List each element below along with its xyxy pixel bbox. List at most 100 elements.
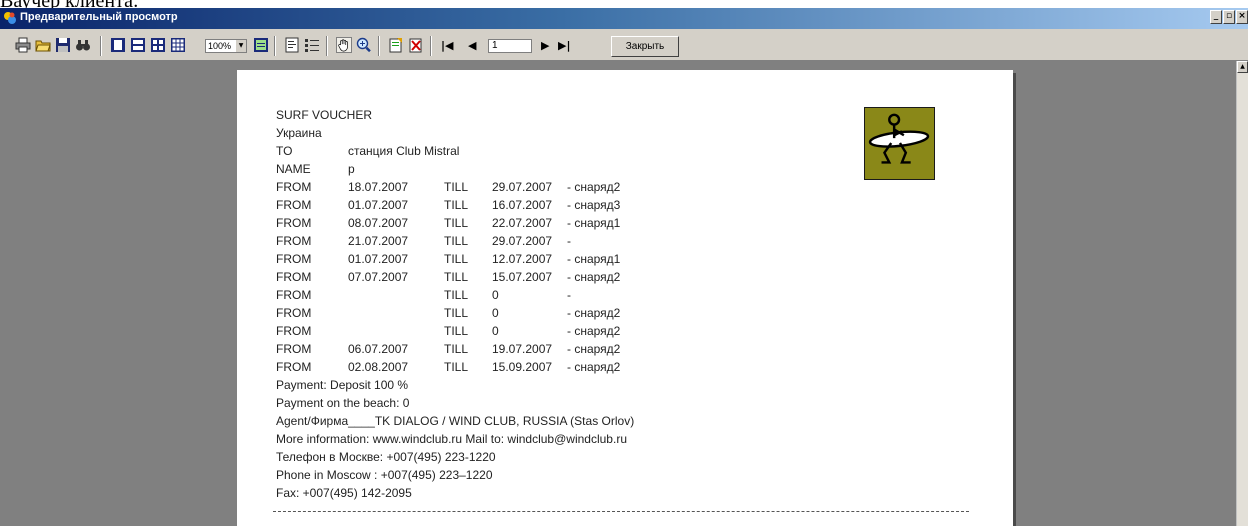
till-date: 22.07.2007	[492, 216, 553, 230]
from-label: FROM	[276, 306, 312, 320]
window-title: Предварительный просмотр	[20, 11, 178, 23]
zoom-value: 100%	[208, 41, 232, 51]
equipment-note: - снаряд2	[567, 360, 621, 374]
page-divider	[273, 511, 969, 512]
print-icon[interactable]	[15, 37, 31, 53]
from-label: FROM	[276, 288, 312, 302]
from-label: FROM	[276, 270, 312, 284]
agent: Agent/Фирма____TK DIALOG / WIND CLUB, RU…	[276, 414, 635, 428]
from-date: 02.08.2007	[348, 360, 409, 374]
till-label: TILL	[444, 342, 469, 356]
from-label: FROM	[276, 216, 312, 230]
till-date: 0	[492, 306, 499, 320]
first-page-icon[interactable]: |◀	[441, 39, 453, 52]
till-label: TILL	[444, 270, 469, 284]
from-label: FROM	[276, 252, 312, 266]
till-label: TILL	[444, 216, 469, 230]
till-label: TILL	[444, 180, 469, 194]
find-icon[interactable]	[75, 37, 91, 53]
toolbar: 100% ▼ |◀ ◀ 1 ▶ ▶| Закрыть	[0, 29, 1248, 61]
equipment-note: - снаряд2	[567, 342, 621, 356]
payment: Payment: Deposit 100 %	[276, 378, 409, 392]
minimize-button[interactable]: _	[1210, 10, 1222, 24]
till-label: TILL	[444, 306, 469, 320]
phone-ru: Телефон в Москве: +007(495) 223-1220	[276, 450, 496, 464]
till-date: 15.09.2007	[492, 360, 553, 374]
equipment-note: - снаряд2	[567, 306, 621, 320]
from-date: 06.07.2007	[348, 342, 409, 356]
till-label: TILL	[444, 288, 469, 302]
vertical-scrollbar[interactable]: ▲	[1236, 61, 1248, 526]
till-label: TILL	[444, 252, 469, 266]
equipment-note: -	[567, 288, 571, 302]
equipment-note: - снаряд3	[567, 198, 621, 212]
name-value: p	[348, 162, 355, 176]
name-label: NAME	[276, 162, 311, 176]
from-label: FROM	[276, 180, 312, 194]
equipment-note: -	[567, 234, 571, 248]
payment-beach: Payment on the beach: 0	[276, 396, 410, 410]
next-page-icon[interactable]: ▶	[541, 39, 549, 52]
till-label: TILL	[444, 360, 469, 374]
title-bar: Предварительный просмотр _ ▫ ×	[0, 8, 1248, 29]
open-icon[interactable]	[35, 37, 51, 53]
equipment-note: - снаряд1	[567, 252, 621, 266]
till-label: TILL	[444, 198, 469, 212]
till-date: 16.07.2007	[492, 198, 553, 212]
prev-page-icon[interactable]: ◀	[468, 39, 476, 52]
voucher-heading: SURF VOUCHER	[276, 108, 373, 122]
edit-icon[interactable]	[388, 37, 404, 53]
save-icon[interactable]	[55, 37, 71, 53]
country: Украина	[276, 126, 322, 140]
till-date: 0	[492, 324, 499, 338]
close-button[interactable]: Закрыть	[611, 36, 679, 57]
equipment-note: - снаряд1	[567, 216, 621, 230]
from-label: FROM	[276, 234, 312, 248]
from-date: 08.07.2007	[348, 216, 409, 230]
equipment-note: - снаряд2	[567, 324, 621, 338]
till-date: 15.07.2007	[492, 270, 553, 284]
page-width-icon[interactable]	[253, 37, 269, 53]
from-date: 18.07.2007	[348, 180, 409, 194]
one-page-icon[interactable]	[110, 37, 126, 53]
multi-pages-icon[interactable]	[170, 37, 186, 53]
from-date: 01.07.2007	[348, 198, 409, 212]
till-date: 29.07.2007	[492, 234, 553, 248]
close-window-button[interactable]: ×	[1236, 10, 1248, 24]
four-pages-icon[interactable]	[150, 37, 166, 53]
to-label: TO	[276, 144, 293, 158]
page-number-input[interactable]: 1	[488, 39, 532, 53]
report-page: SURF VOUCHER Украина TO станция Club Mis…	[237, 70, 1013, 526]
till-date: 12.07.2007	[492, 252, 553, 266]
fax: Fax: +007(495) 142-2095	[276, 486, 412, 500]
equipment-note: - снаряд2	[567, 270, 621, 284]
app-icon	[4, 12, 16, 24]
cropped-caption: Ваучер клиента:	[0, 0, 139, 12]
thumbnails-icon[interactable]	[304, 37, 320, 53]
restore-button[interactable]: ▫	[1223, 10, 1235, 24]
from-date: 01.07.2007	[348, 252, 409, 266]
two-pages-icon[interactable]	[130, 37, 146, 53]
from-label: FROM	[276, 342, 312, 356]
from-label: FROM	[276, 324, 312, 338]
chevron-down-icon[interactable]: ▼	[236, 40, 246, 52]
last-page-icon[interactable]: ▶|	[558, 39, 570, 52]
from-label: FROM	[276, 198, 312, 212]
phone-en: Phone in Moscow : +007(495) 223–1220	[276, 468, 493, 482]
from-date: 07.07.2007	[348, 270, 409, 284]
till-date: 29.07.2007	[492, 180, 553, 194]
surfer-logo	[864, 107, 935, 180]
till-label: TILL	[444, 324, 469, 338]
zoom-icon[interactable]	[356, 37, 372, 53]
equipment-note: - снаряд2	[567, 180, 621, 194]
from-label: FROM	[276, 360, 312, 374]
hand-icon[interactable]	[336, 37, 352, 53]
from-date: 21.07.2007	[348, 234, 409, 248]
till-label: TILL	[444, 234, 469, 248]
delete-page-icon[interactable]	[408, 37, 424, 53]
outline-icon[interactable]	[284, 37, 300, 53]
till-date: 0	[492, 288, 499, 302]
window-controls: _ ▫ ×	[1210, 10, 1248, 27]
scroll-up-icon[interactable]: ▲	[1237, 61, 1248, 73]
zoom-select[interactable]: 100% ▼	[205, 39, 247, 53]
